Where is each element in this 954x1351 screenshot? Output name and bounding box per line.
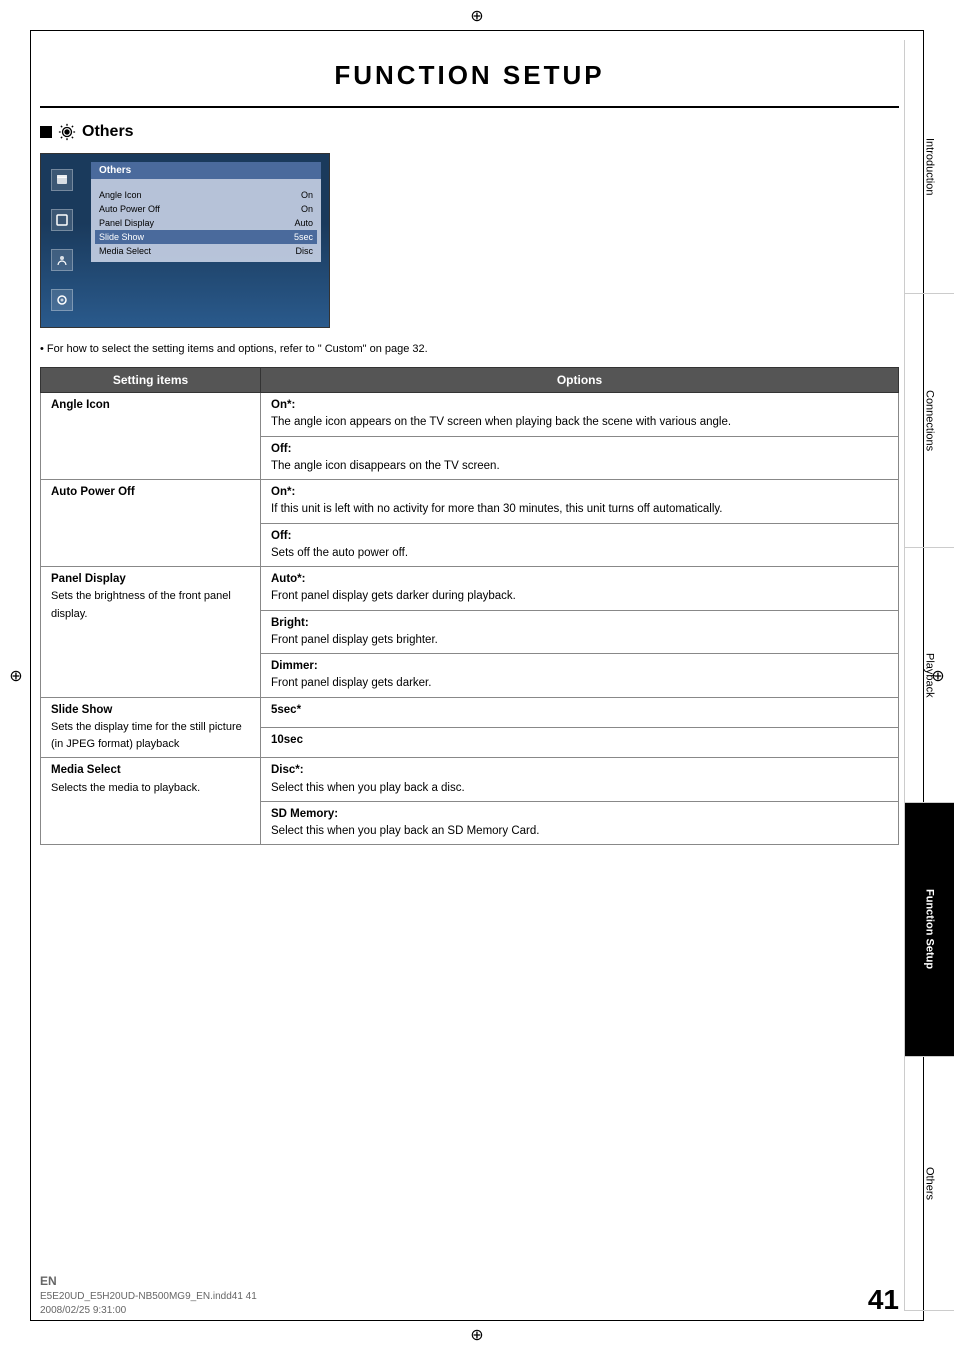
menu-panel: Others Angle Icon On Auto Power Off On P…: [91, 162, 321, 262]
menu-row-media: Media Select Disc: [99, 244, 313, 258]
section-heading-text: Others: [82, 123, 134, 141]
setting-name-angle: Angle Icon: [41, 393, 261, 480]
page-border-bottom: [30, 1320, 924, 1321]
table-header-options: Options: [261, 368, 899, 393]
menu-icon-2: [51, 209, 73, 231]
sidebar-tab-function-setup[interactable]: Function Setup: [905, 803, 954, 1057]
menu-row-autopower: Auto Power Off On: [99, 202, 313, 216]
reg-mark-top: ⊕: [469, 8, 485, 24]
main-content: FUNCTION SETUP Others: [40, 40, 899, 1311]
table-header-setting: Setting items: [41, 368, 261, 393]
footer-date: 2008/02/25 9:31:00: [40, 1305, 257, 1316]
menu-row-panel: Panel Display Auto: [99, 216, 313, 230]
option-panel-bright: Bright: Front panel display gets brighte…: [261, 610, 899, 654]
option-angle-on: On*: The angle icon appears on the TV sc…: [261, 393, 899, 437]
table-row-slideshow-5sec: Slide Show Sets the display time for the…: [41, 697, 899, 727]
menu-icon-1: [51, 169, 73, 191]
setting-name-slideshow: Slide Show Sets the display time for the…: [41, 697, 261, 758]
section-heading: Others: [40, 123, 899, 141]
option-autopower-on: On*: If this unit is left with no activi…: [261, 480, 899, 524]
heading-square-icon: [40, 126, 52, 138]
reg-mark-left: ⊕: [8, 668, 24, 684]
menu-panel-items: Angle Icon On Auto Power Off On Panel Di…: [91, 184, 321, 262]
menu-panel-title: Others: [91, 162, 321, 179]
menu-left-icons: [51, 169, 73, 328]
option-slideshow-10sec: 10sec: [261, 727, 899, 757]
right-sidebar: Introduction Connections Playback Functi…: [904, 40, 954, 1311]
setting-name-autopower: Auto Power Off: [41, 480, 261, 567]
sidebar-tab-playback[interactable]: Playback: [905, 548, 954, 802]
setting-name-media: Media Select Selects the media to playba…: [41, 758, 261, 845]
menu-mockup: Others Angle Icon On Auto Power Off On P…: [40, 153, 330, 328]
table-row-media-disc: Media Select Selects the media to playba…: [41, 758, 899, 802]
setting-name-panel: Panel Display Sets the brightness of the…: [41, 567, 261, 698]
menu-icon-3: [51, 249, 73, 271]
menu-icon-4: [51, 289, 73, 311]
note-text: • For how to select the setting items an…: [40, 343, 899, 355]
footer-file: E5E20UD_E5H20UD-NB500MG9_EN.indd41 41: [40, 1291, 257, 1302]
menu-row-slideshow: Slide Show 5sec: [95, 230, 317, 244]
table-row-autopower-on: Auto Power Off On*: If this unit is left…: [41, 480, 899, 524]
sidebar-tab-introduction[interactable]: Introduction: [905, 40, 954, 294]
option-panel-dimmer: Dimmer: Front panel display gets darker.: [261, 654, 899, 698]
option-angle-off: Off: The angle icon disappears on the TV…: [261, 436, 899, 480]
table-row-angle-on: Angle Icon On*: The angle icon appears o…: [41, 393, 899, 437]
reg-mark-bottom: ⊕: [469, 1327, 485, 1343]
option-media-sd: SD Memory: Select this when you play bac…: [261, 801, 899, 845]
option-panel-auto: Auto*: Front panel display gets darker d…: [261, 567, 899, 611]
table-row-panel-auto: Panel Display Sets the brightness of the…: [41, 567, 899, 611]
page-footer: EN E5E20UD_E5H20UD-NB500MG9_EN.indd41 41…: [40, 1274, 899, 1316]
page-number: 41: [868, 1284, 899, 1316]
menu-row-angle: Angle Icon On: [99, 188, 313, 202]
sidebar-tab-others[interactable]: Others: [905, 1057, 954, 1311]
page-border-top: [30, 30, 924, 31]
footer-left: EN E5E20UD_E5H20UD-NB500MG9_EN.indd41 41…: [40, 1274, 257, 1316]
option-autopower-off: Off: Sets off the auto power off.: [261, 523, 899, 567]
option-slideshow-5sec: 5sec*: [261, 697, 899, 727]
settings-table: Setting items Options Angle Icon On*: Th…: [40, 367, 899, 845]
en-label: EN: [40, 1274, 257, 1288]
sidebar-tab-connections[interactable]: Connections: [905, 294, 954, 548]
option-media-disc: Disc*: Select this when you play back a …: [261, 758, 899, 802]
page-border-left: [30, 30, 31, 1321]
gear-icon: [58, 123, 76, 141]
page-title: FUNCTION SETUP: [40, 40, 899, 108]
